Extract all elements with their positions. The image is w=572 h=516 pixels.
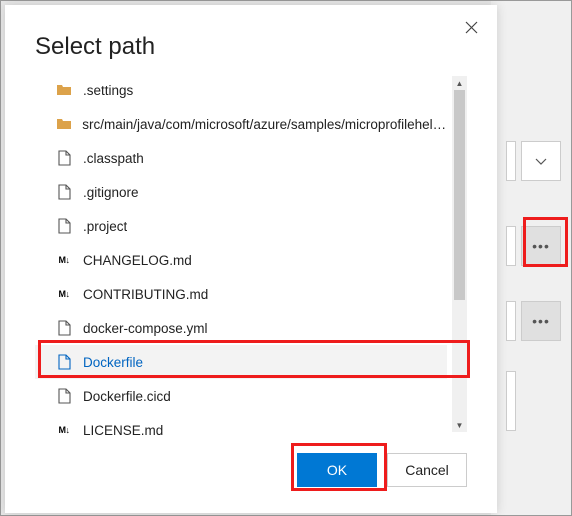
file-item[interactable]: Dockerfile.cicd — [35, 379, 447, 413]
background-more-button-2[interactable]: ••• — [521, 301, 561, 341]
background-panel: ••• ••• — [491, 1, 571, 515]
file-item-label: src/main/java/com/microsoft/azure/sample… — [82, 117, 447, 132]
background-more-button[interactable]: ••• — [521, 226, 561, 266]
file-item[interactable]: src/main/java/com/microsoft/azure/sample… — [35, 107, 447, 141]
select-path-dialog: Select path .settings src/main/java/com/m… — [5, 5, 497, 513]
file-item[interactable]: M↓ LICENSE.md — [35, 413, 447, 435]
ok-button[interactable]: OK — [297, 453, 377, 487]
file-item-label: .project — [83, 219, 127, 234]
file-item[interactable]: .gitignore — [35, 175, 447, 209]
background-field — [506, 226, 516, 266]
folder-icon — [55, 115, 72, 133]
md-icon: M↓ — [55, 285, 73, 303]
ellipsis-icon: ••• — [532, 238, 550, 254]
background-field — [506, 141, 516, 181]
cancel-button[interactable]: Cancel — [387, 453, 467, 487]
folder-icon — [55, 81, 73, 99]
close-button[interactable] — [459, 15, 483, 39]
file-item[interactable]: .project — [35, 209, 447, 243]
file-item-label: .settings — [83, 83, 133, 98]
file-item[interactable]: .settings — [35, 73, 447, 107]
file-item[interactable]: M↓ CONTRIBUTING.md — [35, 277, 447, 311]
background-field — [506, 301, 516, 341]
ellipsis-icon: ••• — [532, 313, 550, 329]
background-field — [506, 371, 516, 431]
file-icon — [55, 387, 73, 405]
background-dropdown[interactable] — [521, 141, 561, 181]
file-item[interactable]: .classpath — [35, 141, 447, 175]
md-icon: M↓ — [55, 421, 73, 435]
file-tree-area: .settings src/main/java/com/microsoft/azu… — [35, 73, 467, 435]
file-list[interactable]: .settings src/main/java/com/microsoft/azu… — [35, 73, 447, 435]
dialog-title: Select path — [35, 33, 467, 61]
chevron-down-icon — [535, 155, 547, 167]
file-item-label: Dockerfile — [83, 355, 143, 370]
file-icon — [55, 319, 73, 337]
scroll-down-icon[interactable]: ▼ — [452, 418, 467, 432]
md-icon: M↓ — [55, 251, 73, 269]
dialog-footer: OK Cancel — [5, 435, 497, 513]
file-item-label: .classpath — [83, 151, 144, 166]
scroll-thumb[interactable] — [454, 90, 465, 300]
file-item-label: .gitignore — [83, 185, 139, 200]
file-item-label: CONTRIBUTING.md — [83, 287, 208, 302]
file-item-label: LICENSE.md — [83, 423, 163, 436]
file-icon — [55, 353, 73, 371]
file-icon — [55, 217, 73, 235]
close-icon — [465, 21, 478, 34]
scroll-up-icon[interactable]: ▲ — [452, 76, 467, 90]
dialog-header: Select path — [5, 5, 497, 73]
file-item[interactable]: M↓ CHANGELOG.md — [35, 243, 447, 277]
file-item-label: docker-compose.yml — [83, 321, 208, 336]
file-item-label: CHANGELOG.md — [83, 253, 192, 268]
file-icon — [55, 183, 73, 201]
file-icon — [55, 149, 73, 167]
file-item[interactable]: Dockerfile — [35, 345, 447, 379]
file-item[interactable]: docker-compose.yml — [35, 311, 447, 345]
file-item-label: Dockerfile.cicd — [83, 389, 171, 404]
scrollbar[interactable]: ▲ ▼ — [452, 76, 467, 432]
